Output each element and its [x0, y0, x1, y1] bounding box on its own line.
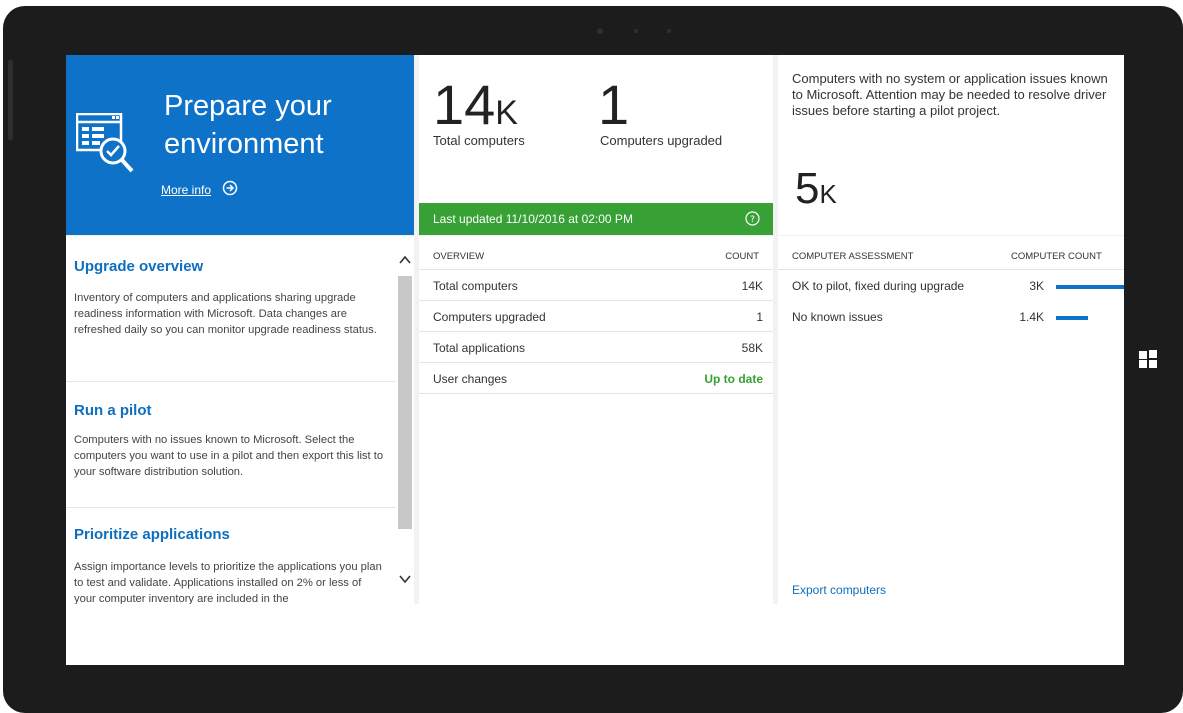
assessment-tile[interactable]: Computers with no system or application … [778, 55, 1124, 235]
help-icon[interactable]: ? [745, 211, 760, 226]
scrollbar-thumb[interactable] [398, 276, 412, 529]
row-value: 1.4K [1019, 310, 1044, 324]
tablet-device: Prepare your environment More info Upgra… [0, 0, 1183, 713]
row-label: Computers upgraded [433, 310, 546, 324]
screen: Prepare your environment More info Upgra… [66, 55, 1124, 665]
assessment-suffix: K [819, 179, 837, 209]
front-camera [597, 28, 603, 34]
table-row[interactable]: No known issues 1.4K [778, 301, 1124, 331]
table-row[interactable]: Total computers 14K [419, 270, 773, 301]
row-value: 14K [741, 279, 763, 293]
side-button [8, 60, 13, 140]
row-label: Total computers [433, 279, 518, 293]
prepare-environment-tile[interactable]: Prepare your environment More info [66, 55, 414, 235]
computers-upgraded-number: 1 [598, 73, 630, 136]
section-title[interactable]: Prioritize applications [74, 526, 230, 543]
column-header-count[interactable]: COUNT [725, 251, 759, 262]
column-header-overview[interactable]: OVERVIEW [433, 251, 484, 262]
row-value: 58K [741, 341, 763, 355]
row-value: 1 [756, 310, 763, 324]
table-row[interactable]: Computers upgraded 1 [419, 301, 773, 332]
total-computers-label: Total computers [433, 133, 525, 148]
section-title[interactable]: Run a pilot [74, 402, 152, 419]
more-info-link[interactable]: More info [161, 183, 211, 197]
total-suffix: K [495, 94, 518, 132]
windows-logo-icon[interactable] [1139, 350, 1157, 368]
table-row[interactable]: Total applications 58K [419, 332, 773, 363]
last-updated-text: Last updated 11/10/2016 at 02:00 PM [433, 212, 633, 226]
arrow-circle-right-icon[interactable] [222, 180, 238, 196]
info-blade: Upgrade overview Inventory of computers … [66, 236, 414, 604]
status-value: Up to date [704, 372, 763, 386]
section-body: Assign importance levels to prioritize t… [74, 561, 382, 604]
content-footer [66, 604, 1124, 665]
assessment-description: Computers with no system or application … [792, 71, 1108, 118]
last-updated-bar: Last updated 11/10/2016 at 02:00 PM ? [419, 203, 773, 235]
table-row[interactable]: User changes Up to date [419, 363, 773, 394]
divider [66, 381, 396, 382]
sensor-dot [667, 29, 671, 33]
count-bar [1056, 285, 1124, 289]
row-value: 3K [1029, 279, 1044, 293]
section-body: Inventory of computers and applications … [74, 292, 377, 336]
row-label: User changes [433, 372, 508, 386]
count-bar [1056, 316, 1088, 320]
overview-table: OVERVIEW COUNT Total computers 14K Compu… [419, 236, 773, 604]
column-header-assessment[interactable]: COMPUTER ASSESSMENT [792, 251, 913, 262]
total-computers-number: 14K [433, 77, 518, 141]
table-row[interactable]: OK to pilot, fixed during upgrade 3K [778, 270, 1124, 300]
export-computers-link[interactable]: Export computers [792, 583, 886, 597]
column-header-computer-count[interactable]: COMPUTER COUNT [1011, 251, 1102, 262]
row-label: Total applications [433, 341, 526, 355]
svg-text:?: ? [750, 215, 755, 225]
computer-scan-icon [76, 113, 134, 173]
section-body: Computers with no issues known to Micros… [74, 434, 384, 478]
computers-upgraded-label: Computers upgraded [600, 133, 723, 148]
table-header: COMPUTER ASSESSMENT COMPUTER COUNT [778, 236, 1124, 270]
row-label: OK to pilot, fixed during upgrade [792, 279, 965, 293]
sensor-dot [634, 29, 638, 33]
chevron-down-icon[interactable] [399, 573, 411, 585]
chevron-up-icon[interactable] [399, 254, 411, 266]
table-header: OVERVIEW COUNT [419, 236, 773, 270]
assessment-table: COMPUTER ASSESSMENT COMPUTER COUNT OK to… [778, 236, 1124, 604]
assessment-number: 5K [795, 167, 837, 216]
assessment-big-number: 5 [795, 164, 820, 213]
section-title[interactable]: Upgrade overview [74, 258, 203, 275]
hero-title: Prepare your environment [164, 90, 332, 160]
total-number: 14 [433, 73, 496, 136]
divider [66, 507, 396, 508]
row-label: No known issues [792, 310, 883, 324]
